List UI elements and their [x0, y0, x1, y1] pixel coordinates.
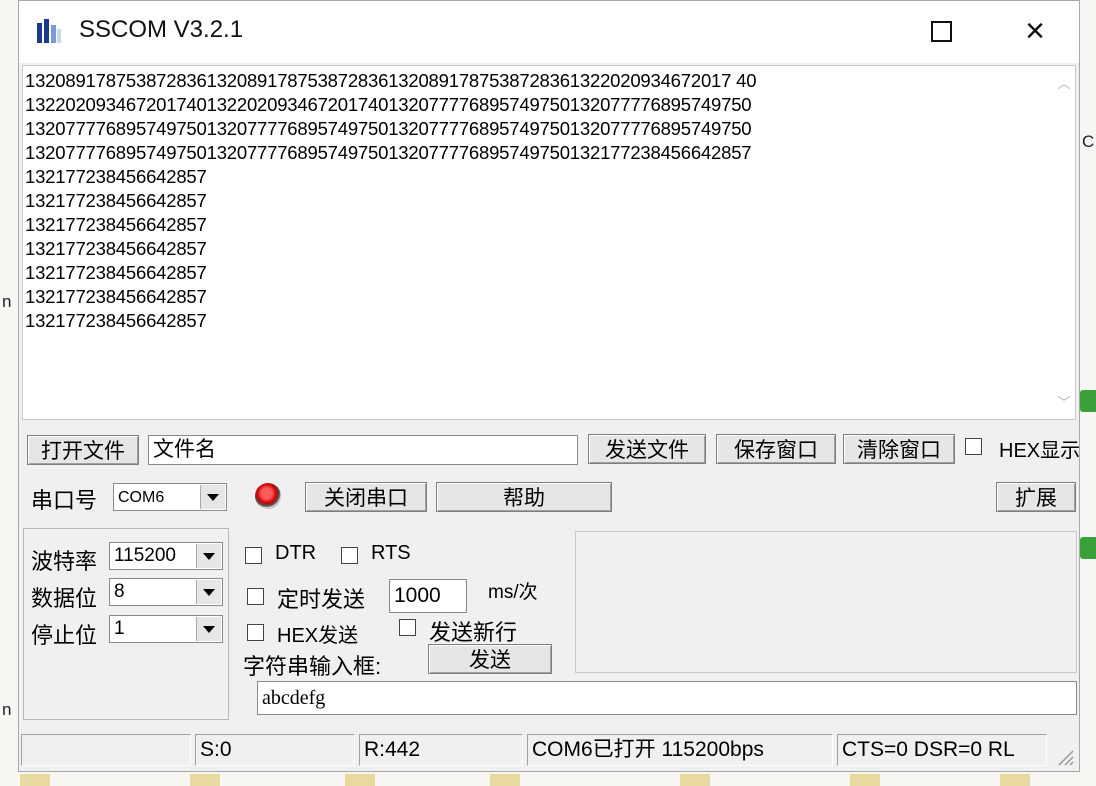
- receive-line: 1322020934672017401322020934672017401320…: [25, 94, 752, 115]
- receive-line: 132177238456642857: [25, 262, 207, 283]
- extended-panel: [575, 531, 1077, 673]
- vertical-scrollbar[interactable]: ︿ ﹀: [1053, 66, 1075, 419]
- timed-send-label: 定时发送: [277, 587, 366, 612]
- expand-button[interactable]: 扩展: [996, 482, 1076, 512]
- stopbits-label: 停止位: [31, 623, 98, 648]
- close-icon: ×: [1025, 12, 1045, 50]
- desktop-taskbar-fragment: [680, 774, 710, 786]
- receive-line: 132177238456642857: [25, 190, 207, 211]
- dropdown-arrow-icon[interactable]: [200, 485, 225, 509]
- send-file-button[interactable]: 发送文件: [588, 434, 706, 464]
- hex-send-checkbox[interactable]: [247, 624, 264, 641]
- databits-label: 数据位: [31, 586, 98, 611]
- status-port-state: COM6已打开 115200bps: [527, 734, 833, 766]
- receive-line: 1320777768957497501320777768957497501320…: [25, 118, 752, 139]
- clear-window-button[interactable]: 清除窗口: [843, 434, 955, 464]
- hex-display-checkbox[interactable]: [965, 438, 982, 455]
- desktop-edge-text: n: [2, 700, 12, 719]
- open-file-button[interactable]: 打开文件: [27, 435, 139, 465]
- port-label: 串口号: [31, 488, 98, 513]
- status-received-count: R:442: [359, 734, 523, 766]
- resize-grip-icon[interactable]: [1055, 747, 1075, 767]
- close-port-button[interactable]: 关闭串口: [305, 482, 427, 512]
- sscom-app-icon: [37, 19, 61, 43]
- timed-send-checkbox[interactable]: [247, 588, 264, 605]
- scroll-up-icon[interactable]: ︿: [1057, 77, 1071, 90]
- receive-line: 132177238456642857: [25, 286, 207, 307]
- interval-field[interactable]: 1000: [389, 579, 467, 613]
- send-newline-label: 发送新行: [429, 620, 518, 645]
- receive-line: 1320777768957497501320777768957497501320…: [25, 142, 752, 163]
- port-value: COM6: [118, 489, 165, 506]
- receive-lines: 1320891787538728361320891787538728361320…: [25, 69, 757, 333]
- desktop-taskbar-fragment: [190, 774, 220, 786]
- stopbits-value: 1: [114, 618, 125, 639]
- status-sent-count: S:0: [195, 734, 355, 766]
- scroll-down-icon[interactable]: ﹀: [1057, 396, 1071, 409]
- dropdown-arrow-icon[interactable]: [196, 617, 221, 641]
- hex-display-label: HEX显示: [999, 440, 1081, 462]
- receive-text-area[interactable]: 1320891787538728361320891787538728361320…: [22, 65, 1076, 420]
- maximize-button[interactable]: [913, 11, 969, 51]
- desktop-taskbar-fragment: [850, 774, 880, 786]
- status-bar: S:0 R:442 COM6已打开 115200bps CTS=0 DSR=0 …: [19, 729, 1079, 771]
- receive-line: 132177238456642857: [25, 166, 207, 187]
- status-empty: [21, 734, 191, 766]
- dropdown-arrow-icon[interactable]: [196, 544, 221, 568]
- receive-line: 1320891787538728361320891787538728361320…: [25, 70, 757, 91]
- send-button[interactable]: 发送: [428, 644, 552, 674]
- databits-value: 8: [114, 581, 125, 602]
- dtr-label: DTR: [275, 542, 317, 564]
- receive-line: 132177238456642857: [25, 238, 207, 259]
- port-status-indicator-icon: [255, 483, 281, 509]
- rts-label: RTS: [371, 542, 411, 564]
- desktop-taskbar-fragment: [345, 774, 375, 786]
- help-button[interactable]: 帮助: [436, 482, 612, 512]
- port-select[interactable]: COM6: [113, 483, 227, 511]
- status-line-signals: CTS=0 DSR=0 RL: [837, 734, 1047, 766]
- send-newline-checkbox[interactable]: [399, 619, 416, 636]
- receive-line: 132177238456642857: [25, 214, 207, 235]
- filename-field[interactable]: 文件名: [148, 435, 578, 465]
- close-button[interactable]: ×: [1007, 11, 1063, 51]
- rts-checkbox[interactable]: [341, 547, 358, 564]
- maximize-icon: [930, 20, 952, 42]
- baud-label: 波特率: [31, 549, 98, 574]
- desktop-check-icon: [1080, 390, 1096, 412]
- desktop-edge-text: n: [2, 292, 12, 311]
- string-input-field[interactable]: abcdefg: [257, 681, 1077, 715]
- save-window-button[interactable]: 保存窗口: [716, 434, 836, 464]
- sscom-window: SSCOM V3.2.1 × 1320891787538728361320891…: [18, 0, 1080, 772]
- window-title: SSCOM V3.2.1: [79, 16, 244, 43]
- baud-value: 115200: [114, 545, 176, 566]
- dropdown-arrow-icon[interactable]: [196, 580, 221, 604]
- stopbits-select[interactable]: 1: [109, 615, 223, 643]
- input-label: 字符串输入框:: [243, 654, 382, 679]
- receive-line: 132177238456642857: [25, 310, 207, 331]
- desktop-taskbar-fragment: [490, 774, 520, 786]
- title-bar[interactable]: SSCOM V3.2.1 ×: [19, 1, 1079, 63]
- dtr-checkbox[interactable]: [245, 547, 262, 564]
- desktop-edge-text: C: [1082, 132, 1095, 151]
- baud-select[interactable]: 115200: [109, 542, 223, 570]
- databits-select[interactable]: 8: [109, 578, 223, 606]
- interval-unit: ms/次: [488, 582, 538, 603]
- desktop-taskbar-fragment: [1000, 774, 1030, 786]
- desktop-check-icon: [1080, 537, 1096, 559]
- desktop-taskbar-fragment: [20, 774, 50, 786]
- hex-send-label: HEX发送: [277, 625, 359, 647]
